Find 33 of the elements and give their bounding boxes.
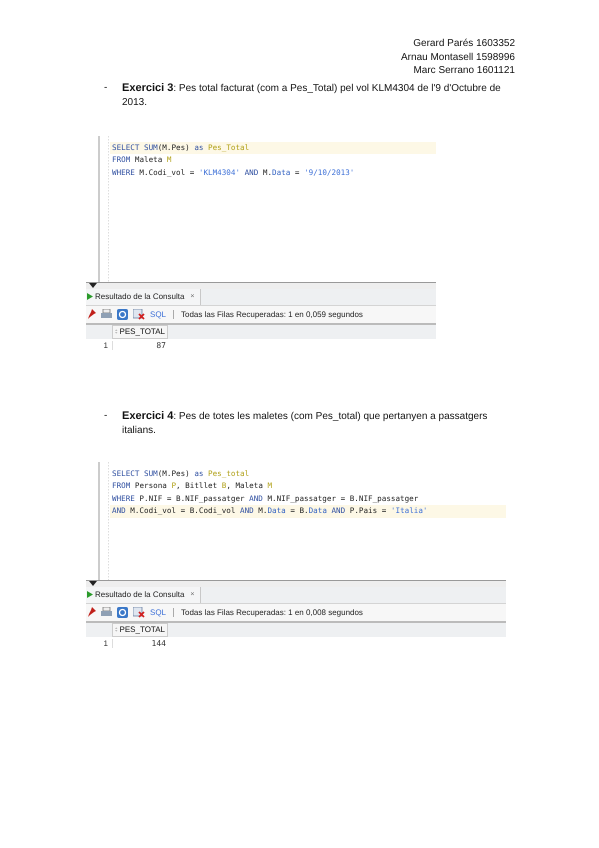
play-icon	[87, 293, 93, 300]
delete-table-icon[interactable]	[133, 606, 145, 618]
collapse-triangle-icon[interactable]	[89, 282, 97, 288]
list-bullet: -	[103, 80, 108, 94]
play-icon	[87, 591, 93, 598]
refresh-icon[interactable]	[117, 308, 128, 320]
print-icon[interactable]	[101, 607, 112, 617]
exercise-heading: Exercici 4: Pes de totes les maletes (com Pes_total) que pertanyen a passatgers italians.	[122, 408, 488, 438]
column-title: PES_TOTAL	[120, 327, 165, 336]
tab-label: Resultado de la Consulta	[95, 590, 184, 599]
column-title: PES_TOTAL	[120, 625, 165, 634]
sql-link[interactable]: SQL	[150, 608, 166, 616]
status-text: Todas las Filas Recuperadas: 1 en 0,008 segundos	[181, 608, 363, 616]
row-number: 1	[102, 639, 109, 648]
pin-icon[interactable]	[87, 309, 96, 319]
pin-icon[interactable]	[87, 607, 96, 617]
collapse-triangle-icon[interactable]	[89, 580, 97, 586]
print-icon[interactable]	[101, 309, 112, 319]
status-text: Todas las Filas Recuperadas: 1 en 0,059 segundos	[181, 310, 363, 318]
column-header[interactable]: PES_TOTAL	[112, 622, 168, 636]
refresh-icon[interactable]	[117, 606, 128, 618]
exercise-heading: Exercici 3: Pes total facturat (com a Pes_Total) pel vol KLM4304 de l'9 d'Octubre de 2013.	[122, 80, 502, 110]
author-line: Arnau Montasell 1598996	[401, 50, 515, 64]
row-number: 1	[102, 341, 109, 350]
author-line: Marc Serrano 1601121	[413, 64, 515, 78]
sql-link[interactable]: SQL	[150, 310, 166, 318]
author-line: Gerard Parés 1603352	[413, 37, 515, 50]
tab-label: Resultado de la Consulta	[95, 292, 184, 301]
delete-table-icon[interactable]	[133, 308, 145, 320]
column-header[interactable]: PES_TOTAL	[112, 324, 168, 338]
table-cell: 144	[112, 639, 168, 648]
table-cell: 87	[112, 341, 168, 350]
list-bullet: -	[103, 408, 108, 422]
